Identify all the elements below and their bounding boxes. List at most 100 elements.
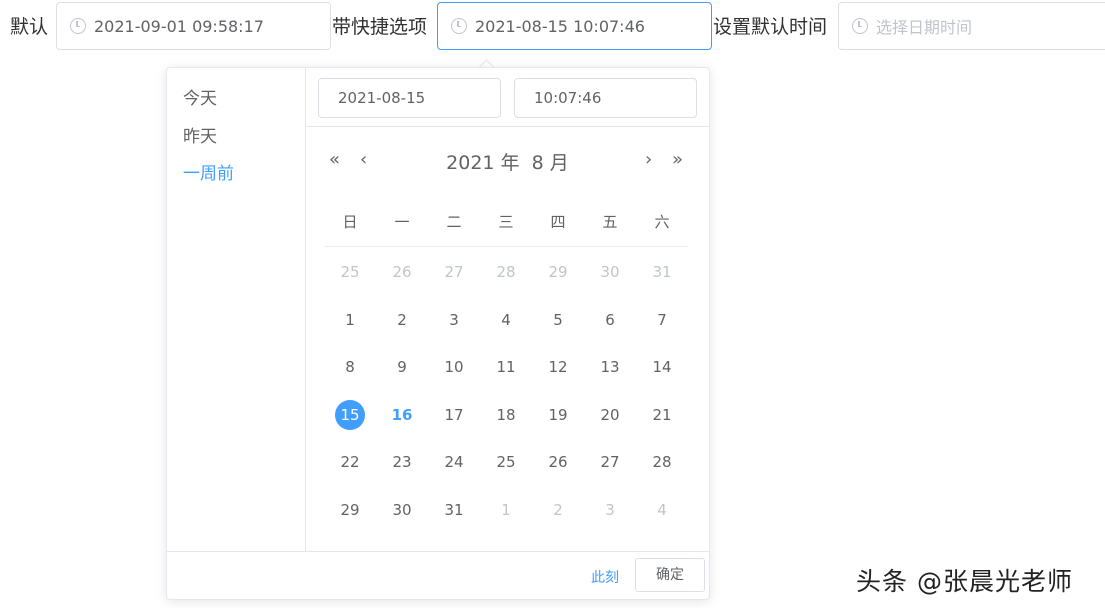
date-cell-label: 2: [397, 311, 407, 329]
datetime-picker-panel: 今天 昨天 一周前 2021-08-15 10:07:46 « ‹ 2021 年…: [166, 67, 710, 600]
datetime-input-shortcuts[interactable]: 2021-08-15 10:07:46: [437, 2, 712, 50]
date-cell-label: 11: [496, 358, 516, 376]
date-cell-label: 27: [444, 263, 464, 281]
field-label-default-time: 设置默认时间: [713, 16, 828, 38]
date-cell-label: 29: [340, 501, 360, 519]
date-cell-label: 9: [397, 358, 407, 376]
date-cell[interactable]: 14: [636, 351, 688, 383]
year-label[interactable]: 2021 年: [446, 152, 519, 174]
date-cell-other-month[interactable]: 30: [584, 256, 636, 288]
date-cell[interactable]: 29: [324, 494, 376, 526]
date-cell-other-month[interactable]: 31: [636, 256, 688, 288]
clock-icon: [852, 18, 868, 34]
date-cell[interactable]: 30: [376, 494, 428, 526]
date-cell-label: 26: [548, 453, 568, 471]
date-cell-label: 4: [657, 501, 667, 519]
picker-footer: 此刻 确定: [167, 551, 709, 600]
weekday-label: 六: [654, 213, 670, 231]
date-cell-label: 24: [444, 453, 464, 471]
date-cell[interactable]: 6: [584, 304, 636, 336]
date-cell-label: 1: [501, 501, 511, 519]
date-cell[interactable]: 13: [584, 351, 636, 383]
date-cell[interactable]: 21: [636, 399, 688, 431]
date-cell-label: 18: [496, 406, 516, 424]
date-cell[interactable]: 10: [428, 351, 480, 383]
date-cell-other-month[interactable]: 4: [636, 494, 688, 526]
date-cell-label: 8: [345, 358, 355, 376]
weekday-label: 五: [602, 213, 618, 231]
date-cell[interactable]: 27: [584, 446, 636, 478]
time-input[interactable]: 10:07:46: [514, 78, 697, 118]
date-cell-label: 19: [548, 406, 568, 424]
weekday-label: 一: [394, 213, 410, 231]
weekday-label: 三: [498, 213, 514, 231]
date-cell[interactable]: 2: [376, 304, 428, 336]
date-cell[interactable]: 4: [480, 304, 532, 336]
shortcut-yesterday[interactable]: 昨天: [183, 122, 217, 147]
date-cell[interactable]: 25: [480, 446, 532, 478]
date-cell-other-month[interactable]: 1: [480, 494, 532, 526]
datetime-input-placeholder: 选择日期时间: [876, 18, 973, 37]
now-button[interactable]: 此刻: [591, 567, 619, 587]
date-cell[interactable]: 3: [428, 304, 480, 336]
date-cell-label: 30: [600, 263, 620, 281]
date-cell-label: 23: [392, 453, 412, 471]
date-cell-label: 5: [553, 311, 563, 329]
date-cell[interactable]: 12: [532, 351, 584, 383]
date-cell-label: 1: [345, 311, 355, 329]
date-cell[interactable]: 16: [376, 399, 428, 431]
date-cell-other-month[interactable]: 3: [584, 494, 636, 526]
date-cell[interactable]: 17: [428, 399, 480, 431]
date-cell[interactable]: 8: [324, 351, 376, 383]
next-month-button[interactable]: ›: [645, 150, 652, 170]
date-cell-label: 15: [335, 400, 365, 430]
shortcut-today[interactable]: 今天: [183, 84, 217, 109]
date-cell-label: 27: [600, 453, 620, 471]
date-cell[interactable]: 23: [376, 446, 428, 478]
date-cell[interactable]: 11: [480, 351, 532, 383]
date-cell[interactable]: 19: [532, 399, 584, 431]
date-cell-label: 6: [605, 311, 615, 329]
clock-icon: [451, 18, 467, 34]
confirm-button[interactable]: 确定: [635, 558, 705, 592]
date-cell-other-month[interactable]: 27: [428, 256, 480, 288]
date-cell-label: 3: [605, 501, 615, 519]
date-cell[interactable]: 24: [428, 446, 480, 478]
datetime-input-value: 2021-08-15 10:07:46: [475, 16, 645, 36]
date-cell[interactable]: 5: [532, 304, 584, 336]
date-cell-label: 22: [340, 453, 360, 471]
clock-icon: [70, 18, 86, 34]
weekday-label: 日: [342, 213, 358, 231]
datetime-input-default-time[interactable]: 选择日期时间: [838, 2, 1105, 50]
date-cell-label: 16: [391, 406, 413, 424]
date-cell[interactable]: 20: [584, 399, 636, 431]
date-cell-other-month[interactable]: 26: [376, 256, 428, 288]
date-cell-label: 29: [548, 263, 568, 281]
date-cell[interactable]: 22: [324, 446, 376, 478]
next-year-button[interactable]: »: [672, 150, 683, 170]
date-input[interactable]: 2021-08-15: [318, 78, 501, 118]
month-label[interactable]: 8 月: [532, 152, 569, 174]
date-cell[interactable]: 31: [428, 494, 480, 526]
date-cell[interactable]: 28: [636, 446, 688, 478]
date-cell[interactable]: 15: [324, 399, 376, 431]
weekday-divider: [324, 246, 688, 247]
date-cell-other-month[interactable]: 2: [532, 494, 584, 526]
date-cell-other-month[interactable]: 25: [324, 256, 376, 288]
date-cell-label: 25: [496, 453, 516, 471]
date-cell-label: 4: [501, 311, 511, 329]
date-cell[interactable]: 26: [532, 446, 584, 478]
date-cell-label: 13: [600, 358, 620, 376]
datetime-input-default[interactable]: 2021-09-01 09:58:17: [56, 2, 331, 50]
date-cell-label: 25: [340, 263, 360, 281]
date-cell[interactable]: 18: [480, 399, 532, 431]
picker-body: 2021-08-15 10:07:46 « ‹ 2021 年 8 月 › » 日…: [305, 68, 710, 551]
shortcut-week-ago[interactable]: 一周前: [183, 159, 234, 184]
date-cell-other-month[interactable]: 29: [532, 256, 584, 288]
picker-time-header: 2021-08-15 10:07:46: [305, 68, 710, 127]
date-cell[interactable]: 9: [376, 351, 428, 383]
date-cell-other-month[interactable]: 28: [480, 256, 532, 288]
date-cell[interactable]: 1: [324, 304, 376, 336]
date-cell[interactable]: 7: [636, 304, 688, 336]
weekday-label: 四: [550, 213, 566, 231]
